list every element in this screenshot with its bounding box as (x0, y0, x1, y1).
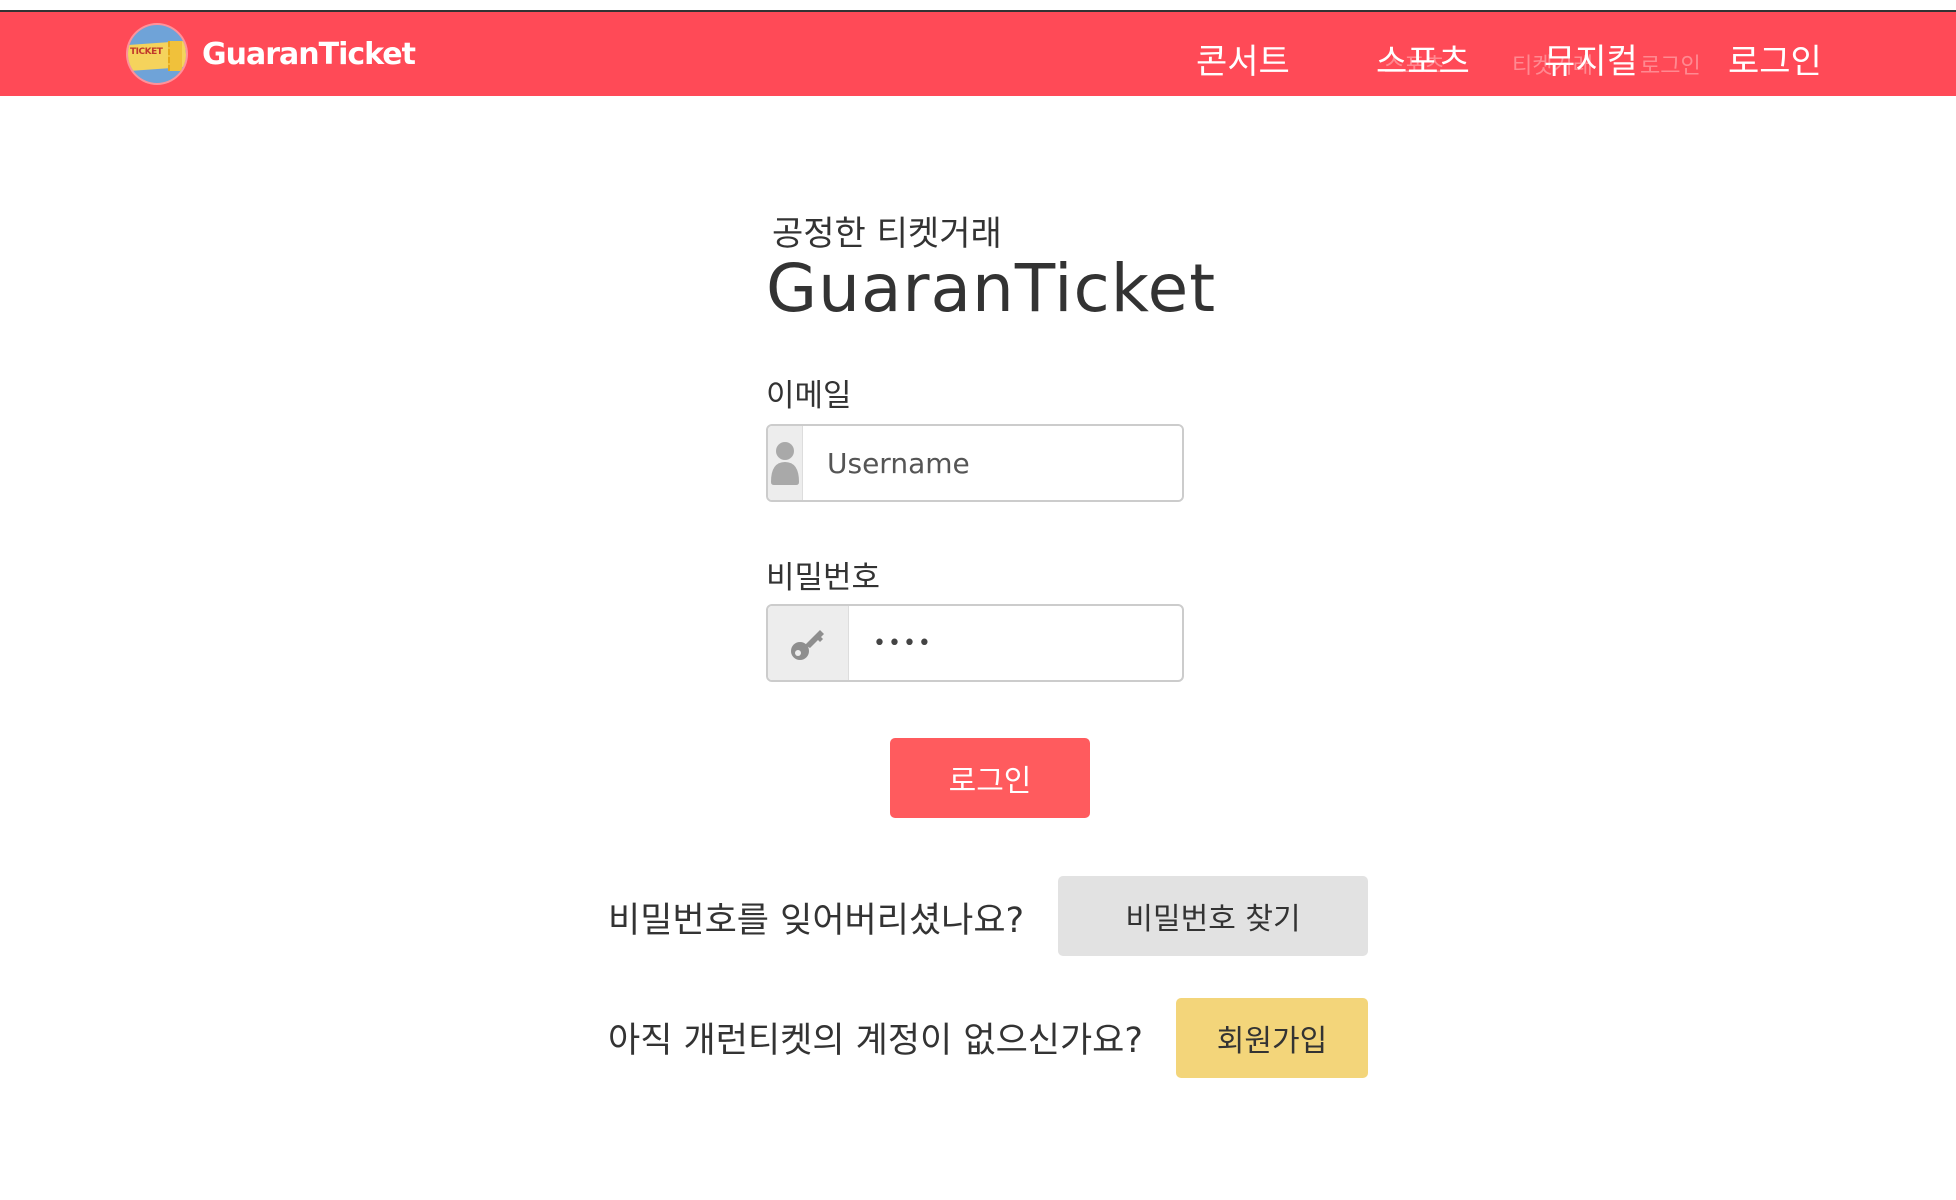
logo-text: TICKET (130, 47, 163, 57)
brand-link[interactable]: TICKET GuaranTicket (128, 24, 416, 84)
navbar: TICKET GuaranTicket 스포츠 티켓거래 로그인 콘서트 스포츠… (0, 12, 1956, 96)
signup-button[interactable]: 회원가입 (1176, 998, 1368, 1078)
login-button[interactable]: 로그인 (890, 738, 1090, 818)
email-label: 이메일 (766, 378, 852, 414)
ghost-text: 로그인 (1640, 54, 1701, 79)
forgot-password-prompt: 비밀번호를 잊어버리셨나요? (608, 901, 1025, 941)
password-label: 비밀번호 (766, 560, 881, 596)
page-title: GuaranTicket (766, 250, 1217, 327)
top-border (0, 0, 1956, 12)
nav-sports[interactable]: 스포츠 (1376, 34, 1470, 83)
find-password-button[interactable]: 비밀번호 찾기 (1058, 876, 1368, 956)
key-icon (768, 606, 849, 680)
password-input-group: •••• (766, 604, 1184, 682)
email-input[interactable] (803, 426, 1182, 500)
brand-name: GuaranTicket (202, 36, 416, 72)
user-icon (768, 426, 803, 500)
nav-musical[interactable]: 뮤지컬 (1544, 34, 1638, 83)
page-subtitle: 공정한 티켓거래 (772, 214, 1002, 254)
ticket-logo-icon: TICKET (128, 25, 186, 83)
signup-prompt: 아직 개런티켓의 계정이 없으신가요? (608, 1021, 1143, 1061)
email-input-group (766, 424, 1184, 502)
password-input[interactable]: •••• (849, 606, 1182, 680)
nav-login[interactable]: 로그인 (1728, 34, 1822, 83)
nav-concert[interactable]: 콘서트 (1196, 34, 1290, 83)
